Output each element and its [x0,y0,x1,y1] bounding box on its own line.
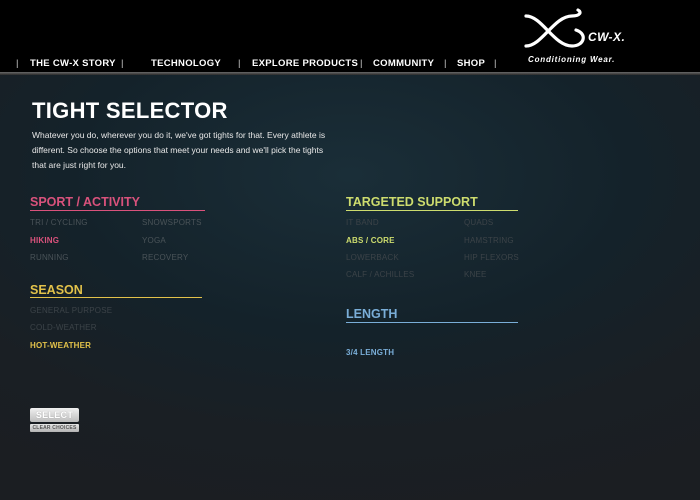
sport-option-yoga[interactable]: YOGA [142,236,166,245]
nav-item-shop[interactable]: SHOP [457,58,485,69]
nav-separator: | [238,58,241,69]
nav-item-technology[interactable]: TECHNOLOGY [151,58,221,69]
nav-separator: | [494,58,497,69]
clear-choices-button[interactable]: CLEAR CHOICES [30,424,79,432]
length-section-rule [346,322,518,323]
brand-tagline: Conditioning Wear. [528,55,616,64]
nav-separator: | [360,58,363,69]
support-option-calf-achilles[interactable]: CALF / ACHILLES [346,270,414,279]
nav-item-cwx-story[interactable]: THE CW-X STORY [30,58,116,69]
select-button[interactable]: SELECT [30,408,79,422]
season-option-general-purpose[interactable]: GENERAL PURPOSE [30,306,112,315]
sport-section-title: SPORT / ACTIVITY [30,195,140,209]
season-section-rule [30,297,202,298]
season-option-hot-weather[interactable]: HOT-WEATHER [30,341,91,350]
support-option-hip-flexors[interactable]: HIP FLEXORS [464,253,519,262]
season-option-cold-weather[interactable]: COLD-WEATHER [30,323,97,332]
nav-item-explore-products[interactable]: EXPLORE PRODUCTS [252,58,358,69]
sport-option-tri-cycling[interactable]: TRI / CYCLING [30,218,88,227]
nav-separator: | [121,58,124,69]
support-option-hamstring[interactable]: HAMSTRING [464,236,514,245]
nav-item-community[interactable]: COMMUNITY [373,58,434,69]
support-section-title: TARGETED SUPPORT [346,195,478,209]
support-section-rule [346,210,518,211]
support-option-it-band[interactable]: IT BAND [346,218,379,227]
header-divider [0,72,700,75]
length-section-title: LENGTH [346,307,398,321]
length-option-three-quarter[interactable]: 3/4 LENGTH [346,348,394,357]
nav-separator: | [444,58,447,69]
sport-section-rule [30,210,205,211]
sport-option-hiking[interactable]: HIKING [30,236,59,245]
sport-option-running[interactable]: RUNNING [30,253,69,262]
intro-text: Whatever you do, wherever you do it, we'… [32,130,326,170]
support-option-quads[interactable]: QUADS [464,218,493,227]
support-option-knee[interactable]: KNEE [464,270,487,279]
page-title: TIGHT SELECTOR [32,98,228,123]
sport-option-snowsports[interactable]: SNOWSPORTS [142,218,202,227]
support-option-lowerback[interactable]: LOWERBACK [346,253,399,262]
sport-option-recovery[interactable]: RECOVERY [142,253,188,262]
nav-separator: | [16,58,19,69]
support-option-abs-core[interactable]: ABS / CORE [346,236,395,245]
brand-name: CW-X. [588,30,626,44]
